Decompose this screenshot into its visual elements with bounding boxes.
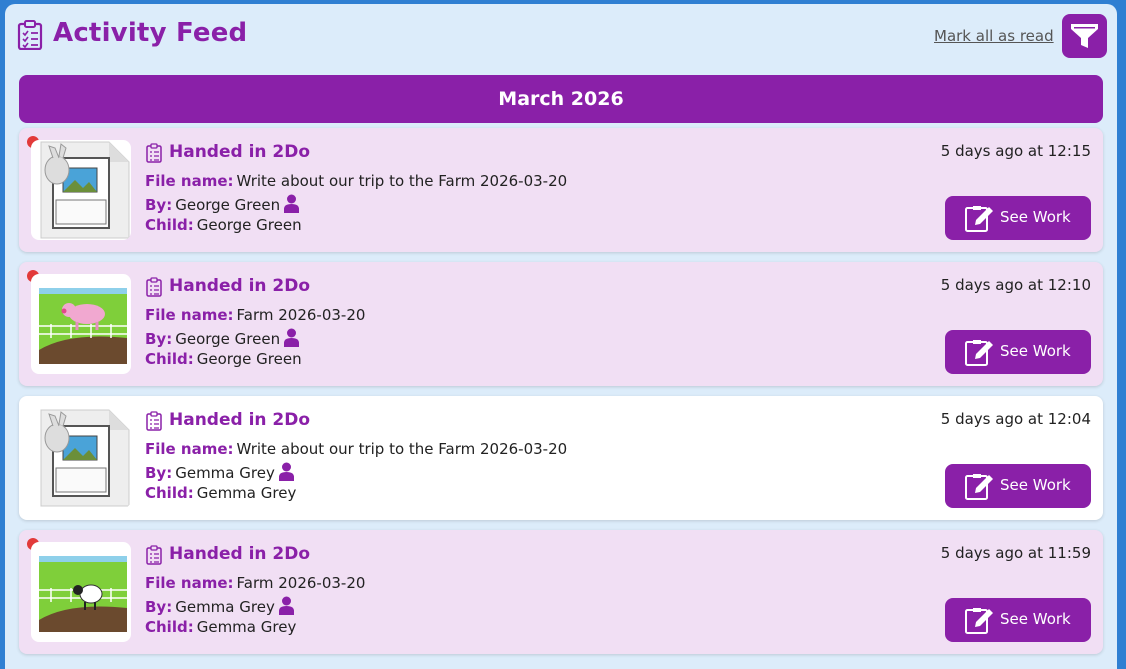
child-value: George Green xyxy=(196,216,302,234)
filter-icon xyxy=(1071,24,1098,48)
document-thumbnail[interactable] xyxy=(31,408,131,508)
see-work-button[interactable]: See Work xyxy=(945,464,1091,508)
child-label: Child: xyxy=(145,618,194,636)
by-label: By: xyxy=(145,464,173,482)
mark-all-read-link[interactable]: Mark all as read xyxy=(934,27,1054,45)
clipboard-list-icon xyxy=(146,545,162,565)
child-row: Child: George Green xyxy=(145,216,302,234)
header: Activity Feed Mark all as read xyxy=(5,4,1117,74)
file-name-row: File name: Write about our trip to the Fa… xyxy=(145,172,567,190)
event-title: Handed in 2Do xyxy=(169,544,311,564)
see-work-button[interactable]: See Work xyxy=(945,196,1091,240)
pen-paper-icon xyxy=(965,340,993,366)
child-value: Gemma Grey xyxy=(196,484,297,502)
file-name-row: File name: Farm 2026-03-20 xyxy=(145,306,365,324)
see-work-label: See Work xyxy=(1000,610,1071,628)
pen-paper-icon xyxy=(965,474,993,500)
by-row: By: Gemma Grey xyxy=(145,462,294,482)
by-label: By: xyxy=(145,330,173,348)
file-name-row: File name: Farm 2026-03-20 xyxy=(145,574,365,592)
by-label: By: xyxy=(145,598,173,616)
file-name-value: Farm 2026-03-20 xyxy=(236,574,366,592)
activity-feed-panel: Activity Feed Mark all as read March 202… xyxy=(5,4,1117,669)
timestamp: 5 days ago at 11:59 xyxy=(940,544,1091,562)
child-row: Child: George Green xyxy=(145,350,302,368)
person-icon[interactable] xyxy=(278,596,294,615)
by-row: By: George Green xyxy=(145,194,300,214)
child-row: Child: Gemma Grey xyxy=(145,618,296,636)
child-label: Child: xyxy=(145,484,194,502)
clipboard-list-icon xyxy=(17,20,43,50)
clipboard-list-icon xyxy=(146,277,162,297)
child-value: Gemma Grey xyxy=(196,618,297,636)
see-work-label: See Work xyxy=(1000,342,1071,360)
clipboard-list-icon xyxy=(146,411,162,431)
sheep-farm-picture[interactable] xyxy=(31,542,131,642)
see-work-label: See Work xyxy=(1000,208,1071,226)
timestamp: 5 days ago at 12:04 xyxy=(940,410,1091,428)
activity-card: Handed in 2Do 5 days ago at 12:10 File n… xyxy=(19,262,1103,386)
see-work-button[interactable]: See Work xyxy=(945,598,1091,642)
person-icon[interactable] xyxy=(284,328,300,347)
file-name-value: Write about our trip to the Farm 2026-03… xyxy=(236,172,568,190)
file-name-label: File name: xyxy=(145,440,234,458)
file-name-value: Write about our trip to the Farm 2026-03… xyxy=(236,440,568,458)
child-row: Child: Gemma Grey xyxy=(145,484,296,502)
timestamp: 5 days ago at 12:15 xyxy=(940,142,1091,160)
month-header: March 2026 xyxy=(19,75,1103,123)
document-thumbnail[interactable] xyxy=(31,140,131,240)
by-value: Gemma Grey xyxy=(175,598,275,616)
by-value: George Green xyxy=(175,330,281,348)
person-icon[interactable] xyxy=(284,194,300,213)
page-title: Activity Feed xyxy=(53,18,248,48)
by-value: George Green xyxy=(175,196,281,214)
event-title: Handed in 2Do xyxy=(169,142,311,162)
by-row: By: Gemma Grey xyxy=(145,596,294,616)
see-work-button[interactable]: See Work xyxy=(945,330,1091,374)
filter-button[interactable] xyxy=(1062,14,1107,58)
clipboard-list-icon xyxy=(146,143,162,163)
activity-card: Handed in 2Do 5 days ago at 12:15 File n… xyxy=(19,128,1103,252)
see-work-label: See Work xyxy=(1000,476,1071,494)
child-label: Child: xyxy=(145,216,194,234)
child-label: Child: xyxy=(145,350,194,368)
activity-card: Handed in 2Do 5 days ago at 11:59 File n… xyxy=(19,530,1103,654)
activity-card: Handed in 2Do 5 days ago at 12:04 File n… xyxy=(19,396,1103,520)
file-name-label: File name: xyxy=(145,306,234,324)
pen-paper-icon xyxy=(965,608,993,634)
person-icon[interactable] xyxy=(278,462,294,481)
event-title: Handed in 2Do xyxy=(169,276,311,296)
by-value: Gemma Grey xyxy=(175,464,275,482)
child-value: George Green xyxy=(196,350,302,368)
file-name-label: File name: xyxy=(145,574,234,592)
by-row: By: George Green xyxy=(145,328,300,348)
file-name-row: File name: Write about our trip to the Fa… xyxy=(145,440,567,458)
file-name-label: File name: xyxy=(145,172,234,190)
pig-farm-picture[interactable] xyxy=(31,274,131,374)
by-label: By: xyxy=(145,196,173,214)
event-title: Handed in 2Do xyxy=(169,410,311,430)
pen-paper-icon xyxy=(965,206,993,232)
file-name-value: Farm 2026-03-20 xyxy=(236,306,366,324)
timestamp: 5 days ago at 12:10 xyxy=(940,276,1091,294)
